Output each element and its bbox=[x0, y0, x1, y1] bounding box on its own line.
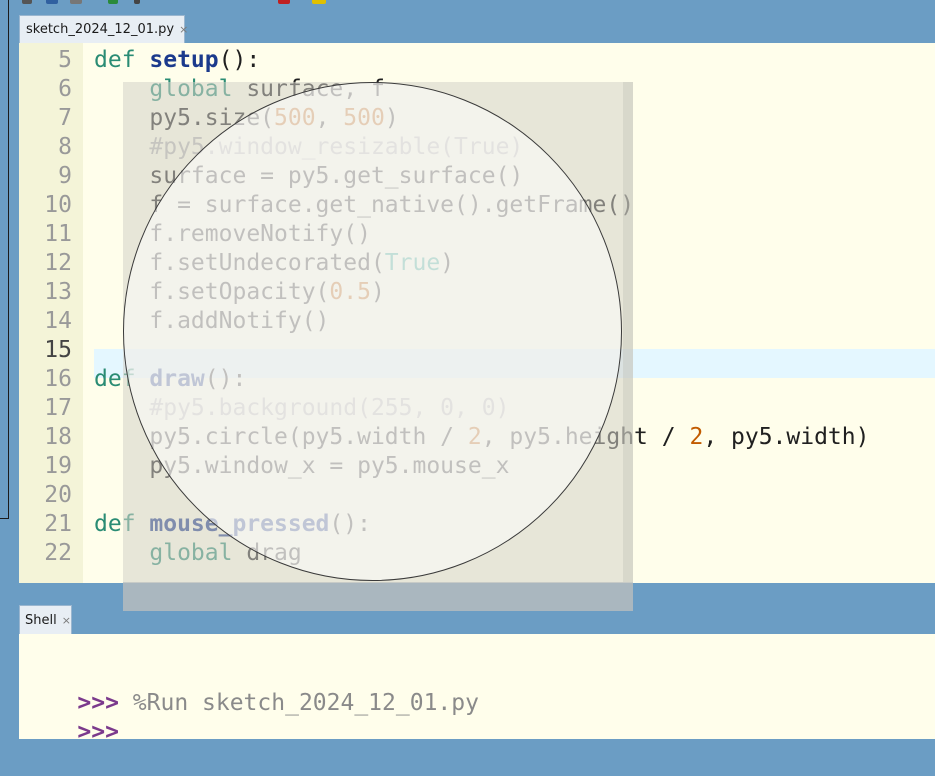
toolbar-icon-new[interactable] bbox=[22, 0, 32, 4]
shell-prompt: >>> bbox=[77, 719, 119, 745]
close-icon[interactable]: × bbox=[179, 23, 188, 36]
toolbar-icon-warning[interactable] bbox=[312, 0, 326, 4]
shell-console[interactable]: >>> %Run sketch_2024_12_01.py >>> bbox=[19, 634, 935, 745]
line-number: 9 bbox=[58, 163, 72, 189]
line-number: 7 bbox=[58, 105, 72, 131]
sketch-window-bottom-shade bbox=[123, 582, 633, 611]
line-number: 15 bbox=[44, 337, 72, 363]
shell-tab-label: Shell bbox=[25, 612, 57, 628]
shell-line: >>> bbox=[22, 689, 119, 776]
line-number: 11 bbox=[44, 221, 72, 247]
toolbar-icon-stop[interactable] bbox=[278, 0, 290, 4]
toolbar bbox=[0, 0, 935, 12]
line-number: 22 bbox=[44, 540, 72, 566]
code-token: setup bbox=[149, 47, 219, 73]
toolbar-icon-run[interactable] bbox=[108, 0, 118, 4]
line-number: 12 bbox=[44, 250, 72, 276]
sketch-circle bbox=[123, 82, 622, 581]
editor-tab[interactable]: sketch_2024_12_01.py × bbox=[19, 15, 188, 43]
window-border-line bbox=[0, 518, 9, 519]
line-number: 14 bbox=[44, 308, 72, 334]
py5-sketch-window[interactable] bbox=[123, 82, 633, 611]
code-token: (): bbox=[218, 47, 261, 73]
line-number: 8 bbox=[58, 134, 72, 160]
shell-tab[interactable]: Shell × bbox=[19, 605, 72, 634]
close-icon[interactable]: × bbox=[62, 614, 71, 627]
code-token: , py5.width) bbox=[703, 424, 870, 450]
line-number: 5 bbox=[58, 47, 72, 73]
window-border-line bbox=[8, 0, 9, 519]
line-number: 16 bbox=[44, 366, 72, 392]
toolbar-icon-debug[interactable] bbox=[134, 0, 140, 4]
code-line: def setup(): bbox=[94, 46, 260, 75]
line-number: 20 bbox=[44, 482, 72, 508]
line-number: 10 bbox=[44, 192, 72, 218]
line-number: 17 bbox=[44, 395, 72, 421]
shell-command: %Run sketch_2024_12_01.py bbox=[118, 690, 479, 716]
line-number: 6 bbox=[58, 76, 72, 102]
code-token: 2 bbox=[689, 424, 704, 450]
line-number: 18 bbox=[44, 424, 72, 450]
line-number: 13 bbox=[44, 279, 72, 305]
toolbar-icon-save[interactable] bbox=[70, 0, 82, 4]
desktop-left-edge bbox=[0, 0, 9, 739]
toolbar-icon-open[interactable] bbox=[46, 0, 58, 4]
line-number: 19 bbox=[44, 453, 72, 479]
editor-tab-label: sketch_2024_12_01.py bbox=[26, 22, 175, 37]
sketch-window-edge bbox=[623, 82, 633, 582]
code-token: def bbox=[94, 47, 150, 73]
line-number: 21 bbox=[44, 511, 72, 537]
